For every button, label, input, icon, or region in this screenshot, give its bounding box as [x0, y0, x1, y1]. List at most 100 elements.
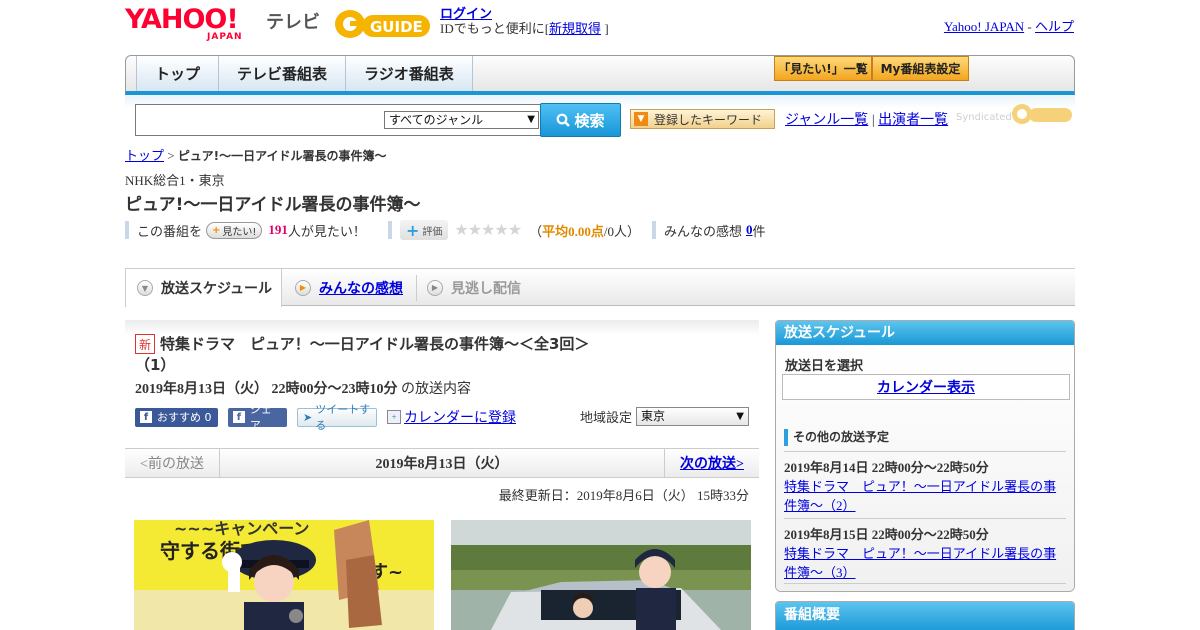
- facebook-icon: f: [233, 411, 245, 423]
- my-schedule-settings-button[interactable]: My番組表設定: [872, 56, 969, 81]
- gguide-logo-icon: GUIDE: [335, 10, 430, 38]
- broadcast-pager: <前の放送 2019年8月13日（火） 次の放送>: [125, 448, 759, 478]
- login-link[interactable]: ログイン: [440, 6, 492, 21]
- gguide-small-logo-icon: [1012, 104, 1072, 124]
- breadcrumb-top-link[interactable]: トップ: [125, 148, 164, 163]
- sidebar-schedule-header: 放送スケジュール: [776, 321, 1074, 345]
- list-item: 2019年8月14日 22時00分～22時50分 特集ドラマ ピュア！～一日アイ…: [784, 451, 1066, 515]
- episode-datetime-suffix: の放送内容: [401, 382, 471, 397]
- tweet-label: ツイートする: [315, 403, 371, 432]
- main-nav: トップ テレビ番組表 ラジオ番組表 「見たい!」一覧 My番組表設定: [125, 55, 1075, 95]
- genre-list-link[interactable]: ジャンル一覧: [785, 113, 868, 128]
- rating-people: /0人）: [603, 223, 640, 239]
- prev-broadcast-button[interactable]: <前の放送: [125, 449, 220, 477]
- facebook-recommend-label: おすすめ 0: [157, 411, 212, 424]
- add-to-calendar[interactable]: + カレンダーに登録: [387, 407, 516, 427]
- performer-list-link[interactable]: 出演者一覧: [878, 113, 948, 128]
- dropdown-arrow-icon: ▼: [527, 114, 535, 125]
- twitter-bird-icon: ➤: [303, 410, 313, 424]
- region-select-value: 東京: [641, 409, 666, 423]
- episode-title: 特集ドラマ ピュア！～一日アイドル署長の事件簿～＜全3回＞（1）: [135, 335, 590, 374]
- page-title: ピュア!～一日アイドル署長の事件簿～: [125, 195, 421, 215]
- add-to-calendar-link: カレンダーに登録: [404, 411, 516, 426]
- gguide-logo-text: GUIDE: [370, 18, 423, 36]
- registered-keywords-button[interactable]: ▼ 登録したキーワード: [630, 109, 775, 129]
- tab-schedule-label: 放送スケジュール: [161, 281, 273, 297]
- region-label: 地域設定: [579, 410, 632, 425]
- header-separator: -: [1027, 19, 1032, 34]
- episode-datetime: 2019年8月13日（火） 22時00分～23時10分: [135, 382, 398, 397]
- schedule-title-link[interactable]: 特集ドラマ ピュア！～一日アイドル署長の事件簿～（3）: [784, 546, 1056, 580]
- tab-streaming[interactable]: ▶ 見逃し配信: [427, 269, 521, 306]
- login-block: ログイン IDでもっと便利に[新規取得 ]: [440, 6, 609, 36]
- tv-logo[interactable]: テレビ: [266, 8, 320, 34]
- star-icon: ★: [454, 222, 468, 239]
- schedule-title-link[interactable]: 特集ドラマ ピュア！～一日アイドル署長の事件簿～（2）: [784, 479, 1056, 513]
- yahoo-japan-link[interactable]: Yahoo! JAPAN: [944, 19, 1024, 34]
- genre-select-value: すべてのジャンル: [389, 113, 484, 127]
- program-meta-row: この番組を + 見たい! 191 人が見たい！ + 評価 ★★★★★ （平均0.…: [125, 220, 766, 240]
- breadcrumb-separator: >: [167, 148, 175, 163]
- rating-button-label: 評価: [422, 226, 443, 238]
- nav-tab-radio-schedule[interactable]: ラジオ番組表: [346, 56, 473, 91]
- next-broadcast-link: 次の放送>: [680, 457, 744, 472]
- tab-comments[interactable]: ▶ みんなの感想: [295, 269, 403, 306]
- calendar-view-button[interactable]: カレンダー表示: [782, 374, 1070, 400]
- select-date-label: 放送日を選択: [785, 359, 864, 374]
- registered-keywords-label: 登録したキーワード: [654, 112, 763, 127]
- japan-logo-text: JAPAN: [207, 32, 243, 42]
- region-select[interactable]: 東京 ▼: [636, 407, 749, 426]
- search-icon: [557, 113, 571, 127]
- mitai-count: 191: [268, 222, 288, 237]
- schedule-datetime: 2019年8月15日 22時00分～22時50分: [784, 527, 989, 542]
- schedule-datetime: 2019年8月14日 22時00分～22時50分: [784, 460, 989, 475]
- mitai-prefix: この番組を: [137, 223, 203, 239]
- comments-unit: 件: [752, 223, 766, 239]
- program-photo-2-image: [451, 520, 751, 630]
- current-broadcast-date: 2019年8月13日（火）: [375, 457, 509, 472]
- photo1-banner-text: ~~~キャンペーン: [174, 520, 309, 538]
- list-item: 2019年8月15日 22時00分～22時50分 特集ドラマ ピュア！～一日アイ…: [784, 518, 1066, 582]
- mitai-button-label: 見たい!: [222, 226, 257, 238]
- facebook-icon: f: [140, 411, 152, 423]
- chevron-down-icon: ▼: [137, 280, 153, 296]
- tab-schedule[interactable]: ▼ 放送スケジュール: [125, 269, 282, 307]
- facebook-share-button[interactable]: f シェア: [228, 403, 287, 432]
- tweet-button[interactable]: ➤ ツイートする: [297, 403, 377, 432]
- rating-stars: ★★★★★: [454, 220, 522, 240]
- list-divider: [784, 583, 1066, 584]
- list-links: ジャンル一覧 | 出演者一覧: [785, 109, 948, 129]
- search-button[interactable]: 検索: [540, 103, 621, 137]
- help-link[interactable]: ヘルプ: [1035, 19, 1074, 34]
- signup-link[interactable]: 新規取得: [549, 21, 601, 36]
- mitai-button[interactable]: + 見たい!: [206, 221, 263, 239]
- genre-select[interactable]: すべてのジャンル ▼: [384, 111, 539, 129]
- program-photo-1[interactable]: ~~~キャンペーン 守する街で ます~: [134, 520, 434, 630]
- header-links: Yahoo! JAPAN - ヘルプ: [944, 16, 1074, 35]
- facebook-share-label: シェア: [249, 403, 272, 432]
- tab-streaming-label: 見逃し配信: [451, 280, 521, 297]
- episode-datetime-row: 2019年8月13日（火） 22時00分～23時10分 の放送内容: [135, 378, 471, 398]
- mitai-list-button[interactable]: 「見たい!」一覧: [774, 56, 872, 81]
- other-broadcasts-label: その他の放送予定: [784, 429, 889, 446]
- nav-tab-tv-schedule[interactable]: テレビ番組表: [219, 56, 347, 91]
- program-subtabs: ▼ 放送スケジュール ▶ みんなの感想 ▶ 見逃し配信: [125, 268, 1075, 307]
- gguide-logo[interactable]: GUIDE: [334, 6, 432, 42]
- last-updated: 最終更新日：2019年8月6日（火） 15時33分: [498, 488, 749, 503]
- divider-bar: [125, 221, 129, 239]
- star-icon: ★: [467, 222, 482, 239]
- syndicated-text: Syndicated: [956, 112, 1012, 123]
- next-broadcast-button[interactable]: 次の放送>: [664, 449, 759, 477]
- breadcrumb: トップ > ピュア!～一日アイドル署長の事件簿～: [125, 145, 387, 164]
- yahoo-japan-logo[interactable]: YAHOO! JAPAN: [125, 4, 261, 43]
- facebook-recommend-button[interactable]: f おすすめ 0: [135, 407, 218, 427]
- play-icon: ▶: [295, 279, 311, 296]
- calendar-icon: +: [387, 410, 401, 424]
- share-row: f おすすめ 0 f シェア ➤ ツイートする + カレンダーに登録: [135, 403, 516, 432]
- yahoo-logo-text: YAHOO!: [125, 4, 239, 35]
- sidebar-overview-header: 番組概要: [776, 602, 1074, 630]
- program-photo-2[interactable]: [451, 520, 751, 630]
- schedule-sidebar: 放送スケジュール 放送日を選択 カレンダー表示 その他の放送予定 2019年8月…: [775, 320, 1075, 592]
- rating-button[interactable]: + 評価: [399, 220, 449, 240]
- nav-tab-top[interactable]: トップ: [136, 56, 220, 91]
